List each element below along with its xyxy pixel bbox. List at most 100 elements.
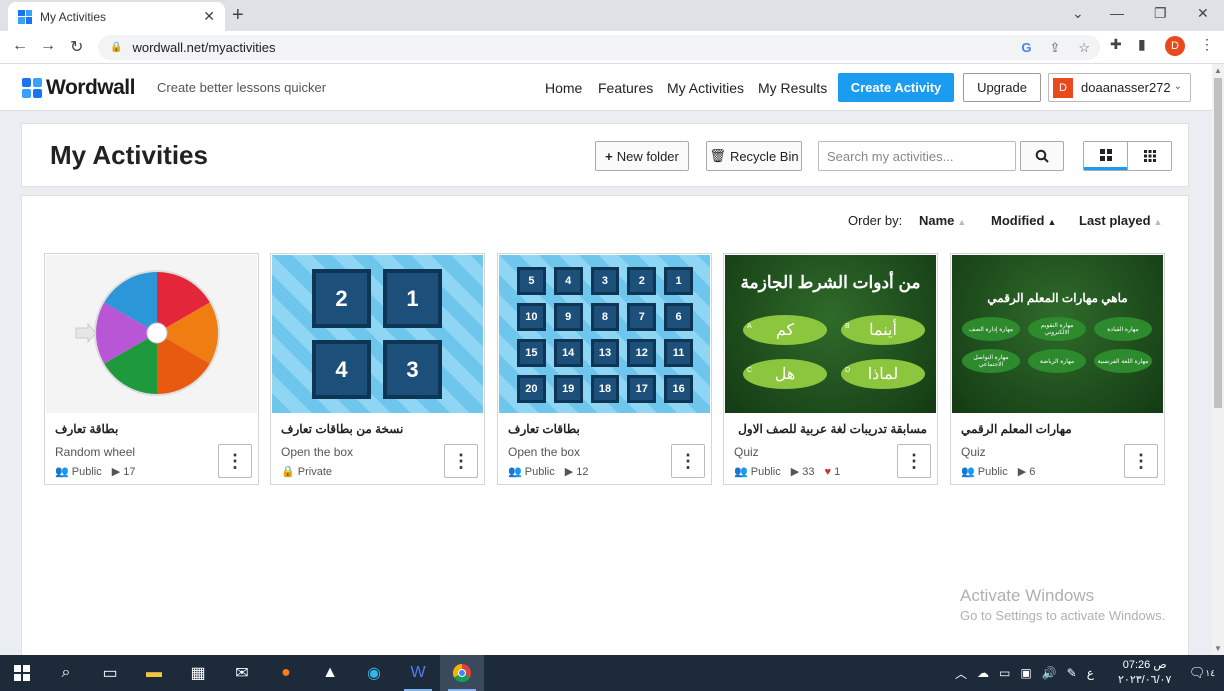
activity-meta: 🔒 Private	[281, 465, 332, 478]
activity-card[interactable]: ماهي مهارات المعلم الرقمي مهارة إدارة ال…	[950, 253, 1165, 485]
extensions-puzzle-icon[interactable]: ✚	[1110, 36, 1122, 53]
activity-menu-button[interactable]: ⋮	[671, 444, 705, 478]
firefox-icon[interactable]: ●	[264, 655, 308, 691]
file-explorer-icon[interactable]: ▬	[132, 655, 176, 691]
forward-arrow-icon[interactable]: →	[40, 37, 56, 55]
nav-my-activities[interactable]: My Activities	[667, 80, 744, 96]
pen-icon[interactable]: ✎	[1067, 666, 1077, 680]
activity-menu-button[interactable]: ⋮	[444, 444, 478, 478]
search-button[interactable]	[1020, 141, 1064, 171]
scroll-down-icon[interactable]: ▼	[1214, 644, 1222, 653]
recycle-bin-button[interactable]: 🗑 Recycle Bin	[706, 141, 802, 171]
edge-icon[interactable]: ◉	[352, 655, 396, 691]
quiz-answer-leaf: مهارة اللغة الفرنسية	[1094, 349, 1152, 373]
tab-search-icon[interactable]: ⌄	[1072, 5, 1084, 22]
start-button[interactable]	[0, 655, 44, 691]
browser-toolbar: ← → ↻ 🔒 wordwall.net/myactivities G ⇪ ☆ …	[0, 31, 1224, 64]
order-by-label: Order by:	[848, 213, 903, 228]
answer-letter: C	[747, 367, 753, 374]
system-tray: ︿ ☁ ▭ ▣ 🔊 ✎ ع	[955, 655, 1094, 691]
activity-thumbnail	[46, 255, 257, 413]
battery-icon[interactable]: ▭	[999, 666, 1010, 680]
activity-card[interactable]: 2 1 4 3 نسخة من بطاقات تعارف Open the bo…	[270, 253, 485, 485]
browser-tab-strip: My Activities ✕ + ⌄ — ❐ ✕	[0, 0, 1224, 31]
close-window-button[interactable]: ✕	[1197, 5, 1209, 22]
sort-arrow-icon: ▲	[1047, 217, 1057, 227]
network-icon[interactable]: ▣	[1020, 666, 1031, 680]
activity-thumbnail: 5 4 3 2 1 10 9 8 7 6 15 14 13 12 11 20 19 18 17 16	[499, 255, 710, 413]
nav-features[interactable]: Features	[598, 80, 653, 96]
create-activity-button[interactable]: Create Activity	[838, 73, 954, 102]
upgrade-button[interactable]: Upgrade	[963, 73, 1041, 102]
wordwall-app-icon[interactable]: W	[396, 655, 440, 691]
quiz-answer-leaf: مهارة الرياضة	[1028, 349, 1086, 373]
new-tab-button[interactable]: +	[232, 4, 244, 27]
activity-title[interactable]: نسخة من بطاقات تعارف	[281, 422, 474, 436]
sort-by-modified[interactable]: Modified ▲	[991, 213, 1056, 228]
activity-title[interactable]: مهارات المعلم الرقمي	[961, 422, 1154, 436]
mail-icon[interactable]: ✉	[220, 655, 264, 691]
side-panel-icon[interactable]: ▮	[1138, 36, 1146, 53]
activity-type: Random wheel	[55, 445, 136, 459]
task-view-icon[interactable]: ▭	[88, 655, 132, 691]
activity-meta: 👥 Public ▶ 6	[961, 465, 1035, 478]
quiz-answer-leaf: مهارة التواصل الاجتماعي	[962, 349, 1020, 373]
random-wheel-image	[75, 270, 220, 396]
sort-by-last-played[interactable]: Last played ▲	[1079, 213, 1162, 228]
share-icon[interactable]: ⇪	[1049, 40, 1060, 56]
box-tile: 1	[383, 269, 442, 328]
photos-icon[interactable]: ▲	[308, 655, 352, 691]
scroll-up-icon[interactable]: ▲	[1214, 66, 1222, 75]
minimize-button[interactable]: —	[1110, 5, 1124, 21]
nav-home[interactable]: Home	[545, 80, 582, 96]
bookmark-star-icon[interactable]: ☆	[1078, 40, 1090, 56]
tab-close-icon[interactable]: ✕	[203, 8, 215, 25]
people-icon: 👥	[734, 466, 748, 478]
store-icon[interactable]: ▦	[176, 655, 220, 691]
activity-title[interactable]: بطاقات تعارف	[508, 422, 701, 436]
onedrive-icon[interactable]: ☁	[977, 666, 989, 680]
reload-icon[interactable]: ↻	[70, 37, 83, 57]
chrome-profile-avatar[interactable]: D	[1165, 36, 1185, 56]
large-grid-view-button[interactable]	[1084, 142, 1127, 170]
scrollbar-thumb[interactable]	[1214, 78, 1222, 408]
activity-menu-button[interactable]: ⋮	[218, 444, 252, 478]
small-grid-view-button[interactable]	[1127, 142, 1171, 170]
activity-type: Open the box	[281, 445, 354, 459]
activity-card[interactable]: من أدوات الشرط الجازمة كم أينما هل لماذا…	[723, 253, 938, 485]
watermark-line1: Activate Windows	[960, 586, 1095, 605]
search-input[interactable]: Search my activities...	[818, 141, 1016, 171]
box-tile: 19	[553, 375, 583, 403]
activity-card[interactable]: 5 4 3 2 1 10 9 8 7 6 15 14 13 12 11 20 19 18 17 16 بطاقات ت…	[497, 253, 712, 485]
volume-icon[interactable]: 🔊	[1042, 666, 1057, 680]
activity-menu-button[interactable]: ⋮	[897, 444, 931, 478]
new-folder-button[interactable]: + New folder	[595, 141, 689, 171]
activity-card[interactable]: بطاقة تعارف Random wheel 👥 Public ▶ 17 ⋮	[44, 253, 259, 485]
wordwall-logo[interactable]: Wordwall	[22, 76, 135, 100]
activity-menu-button[interactable]: ⋮	[1124, 444, 1158, 478]
search-icon	[1035, 149, 1049, 163]
chrome-menu-icon[interactable]: ⋮	[1200, 36, 1214, 53]
show-hidden-icons-icon[interactable]: ︿	[955, 665, 967, 682]
notification-center-icon[interactable]: 🗨 ١٤	[1182, 655, 1222, 691]
google-translate-icon[interactable]: G	[1021, 40, 1031, 56]
sort-by-name[interactable]: Name ▲	[919, 213, 966, 228]
back-arrow-icon[interactable]: ←	[12, 37, 28, 55]
search-taskbar-icon[interactable]: ⌕	[44, 655, 88, 691]
activity-title[interactable]: مسابقة تدريبات لغة عربية للصف الاول الاع…	[734, 422, 927, 436]
activity-title[interactable]: بطاقة تعارف	[55, 422, 248, 436]
page-scrollbar[interactable]: ▲ ▼	[1212, 64, 1224, 655]
language-indicator[interactable]: ع	[1087, 666, 1094, 680]
chrome-icon[interactable]	[440, 655, 484, 691]
sort-arrow-icon: ▲	[1153, 217, 1163, 227]
taskbar-clock[interactable]: 07:26 ص ٢٠٢٣/٠٦/٠٧	[1118, 658, 1171, 688]
maximize-button[interactable]: ❐	[1154, 5, 1167, 22]
browser-tab[interactable]: My Activities ✕	[8, 2, 225, 31]
page-viewport: Wordwall Create better lessons quicker H…	[0, 64, 1212, 655]
nav-my-results[interactable]: My Results	[758, 80, 827, 96]
user-menu[interactable]: D doaanasser272 ⌄	[1048, 73, 1191, 102]
address-bar[interactable]: 🔒 wordwall.net/myactivities G ⇪ ☆	[98, 35, 1100, 60]
box-tile: 14	[553, 339, 583, 367]
visibility-label: Public	[71, 466, 102, 478]
logo-text: Wordwall	[46, 76, 135, 99]
